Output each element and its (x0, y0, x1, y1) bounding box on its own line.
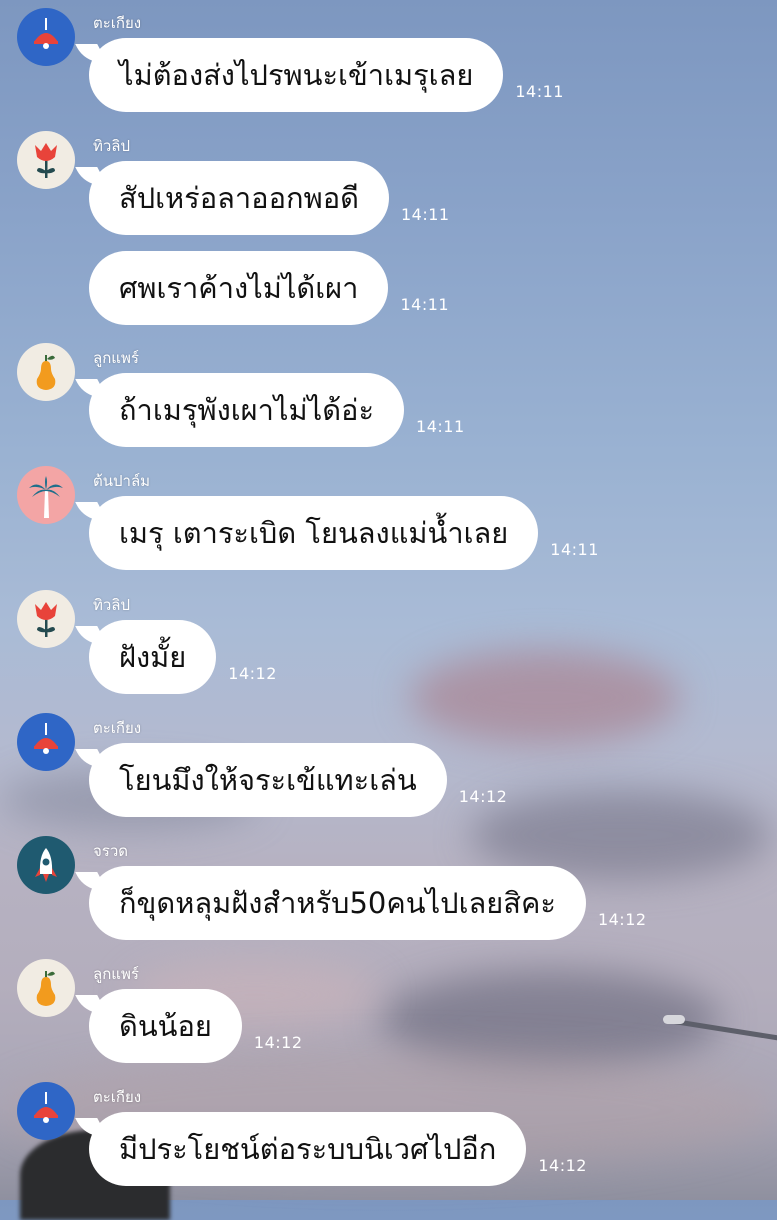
message-bubble[interactable]: ไม่ต้องส่งไปรพนะเข้าเมรุเลย (89, 38, 504, 112)
message-bubble[interactable]: ดินน้อย (89, 989, 242, 1063)
pear-icon[interactable] (17, 959, 75, 1017)
message-row: ก็ขุดหลุมฝังสำหรับ50คนไปเลยสิคะ 14:12 (89, 866, 647, 940)
message-row: สัปเหร่อลาออกพอดี 14:11 (89, 161, 450, 235)
sender-name: จรวด (93, 842, 129, 860)
message-row: ถ้าเมรุพังเผาไม่ได้อ่ะ 14:11 (89, 373, 465, 447)
message-time: 14:11 (400, 295, 450, 314)
tulip-icon[interactable] (17, 131, 75, 189)
tulip-icon[interactable] (17, 590, 75, 648)
message-time: 14:12 (538, 1156, 587, 1175)
sender-name: ตะเกียง (93, 1088, 142, 1106)
message-time: 14:11 (550, 540, 599, 559)
sky-cloud (410, 650, 680, 745)
sender-name: ลูกแพร์ (93, 965, 139, 983)
message-row: ดินน้อย 14:12 (89, 989, 303, 1063)
message-bubble[interactable]: ศพเราค้างไม่ได้เผา (89, 251, 389, 325)
sender-name: ทิวลิป (93, 596, 131, 614)
message-row: เมรุ เตาระเบิด โยนลงแม่น้ำเลย 14:11 (89, 496, 599, 570)
message-time: 14:12 (253, 1033, 303, 1052)
rocket-icon[interactable] (17, 836, 75, 894)
message-row: ไม่ต้องส่งไปรพนะเข้าเมรุเลย 14:11 (89, 38, 564, 112)
pear-icon[interactable] (17, 343, 75, 401)
lamp-icon[interactable] (17, 1082, 75, 1140)
lamp-icon[interactable] (17, 713, 75, 771)
message-row: ศพเราค้างไม่ได้เผา 14:11 (89, 251, 449, 325)
message-bubble[interactable]: สัปเหร่อลาออกพอดี (89, 161, 389, 235)
message-bubble[interactable]: ก็ขุดหลุมฝังสำหรับ50คนไปเลยสิคะ (89, 866, 586, 940)
message-row: โยนมึงให้จระเข้แทะเล่น 14:12 (89, 743, 507, 817)
sender-name: ต้นปาล์ม (93, 472, 151, 490)
sender-name: ทิวลิป (93, 137, 131, 155)
message-time: 14:11 (416, 417, 465, 436)
message-bubble[interactable]: ฝังมั้ย (89, 620, 217, 694)
palm-tree-icon[interactable] (17, 466, 75, 524)
message-time: 14:12 (458, 787, 508, 806)
lamp-icon[interactable] (17, 8, 75, 66)
message-row: มีประโยชน์ต่อระบบนิเวศไปอีก 14:12 (89, 1112, 587, 1186)
sender-name: ตะเกียง (93, 719, 142, 737)
street-lamp-head (663, 1015, 685, 1024)
sender-name: ตะเกียง (93, 14, 142, 32)
message-bubble[interactable]: เมรุ เตาระเบิด โยนลงแม่น้ำเลย (89, 496, 539, 570)
message-time: 14:12 (228, 664, 277, 683)
message-bubble[interactable]: มีประโยชน์ต่อระบบนิเวศไปอีก (89, 1112, 527, 1186)
message-row: ฝังมั้ย 14:12 (89, 620, 277, 694)
message-time: 14:11 (400, 205, 450, 224)
sender-name: ลูกแพร์ (93, 349, 139, 367)
message-bubble[interactable]: ถ้าเมรุพังเผาไม่ได้อ่ะ (89, 373, 405, 447)
message-time: 14:11 (515, 82, 564, 101)
message-time: 14:12 (597, 910, 647, 929)
message-bubble[interactable]: โยนมึงให้จระเข้แทะเล่น (89, 743, 447, 817)
